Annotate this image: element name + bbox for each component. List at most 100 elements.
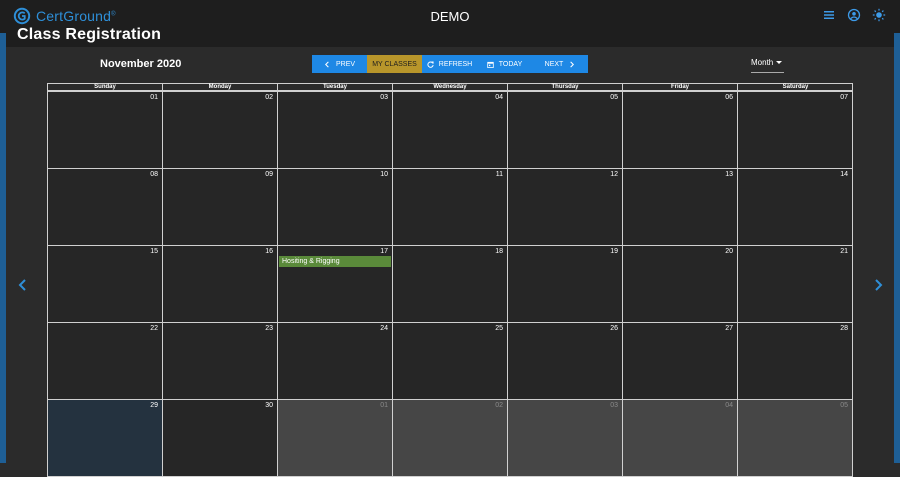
day-number: 14: [840, 171, 848, 178]
day-number: 23: [265, 325, 273, 332]
day-cell[interactable]: 26: [507, 322, 623, 400]
day-cell[interactable]: 04: [622, 399, 738, 477]
day-cell[interactable]: 01: [47, 91, 163, 169]
day-cell[interactable]: 05: [737, 399, 853, 477]
day-cell[interactable]: 08: [47, 168, 163, 246]
chevron-left-icon: [18, 279, 26, 291]
day-number: 03: [610, 402, 618, 409]
day-number: 05: [840, 402, 848, 409]
day-number: 29: [150, 402, 158, 409]
chevron-left-icon: [324, 61, 329, 67]
day-cell[interactable]: 23: [162, 322, 278, 400]
day-number: 13: [725, 171, 733, 178]
day-cell[interactable]: 03: [277, 91, 393, 169]
day-cell[interactable]: 05: [507, 91, 623, 169]
refresh-icon: [427, 60, 434, 68]
day-number: 28: [840, 325, 848, 332]
day-number: 06: [725, 94, 733, 101]
next-button[interactable]: NEXT: [532, 55, 588, 73]
day-cell[interactable]: 18: [392, 245, 508, 323]
day-number: 09: [265, 171, 273, 178]
day-cell-today[interactable]: 29: [47, 399, 163, 477]
day-cell[interactable]: 03: [507, 399, 623, 477]
day-number: 24: [380, 325, 388, 332]
day-cell[interactable]: 10: [277, 168, 393, 246]
view-select[interactable]: Month: [751, 58, 784, 73]
today-button[interactable]: TODAY: [477, 55, 532, 73]
refresh-button[interactable]: REFRESH: [422, 55, 477, 73]
brightness-icon[interactable]: [872, 8, 886, 22]
day-number: 21: [840, 248, 848, 255]
previous-month-arrow[interactable]: [17, 278, 29, 292]
weekday-label: Wednesday: [393, 84, 508, 91]
weekday-label: Thursday: [508, 84, 623, 91]
day-cell[interactable]: 27: [622, 322, 738, 400]
month-calendar: Sunday Monday Tuesday Wednesday Thursday Frid…: [47, 83, 853, 477]
day-cell[interactable]: 15: [47, 245, 163, 323]
prev-button[interactable]: PREV: [312, 55, 367, 73]
caret-down-icon: [776, 61, 783, 64]
weekday-label: Friday: [623, 84, 738, 91]
calendar-event[interactable]: Hositing & Rigging: [279, 256, 391, 267]
day-cell[interactable]: 20: [622, 245, 738, 323]
day-cell[interactable]: 11: [392, 168, 508, 246]
day-number: 19: [610, 248, 618, 255]
app-title: DEMO: [430, 9, 470, 24]
day-number: 17: [380, 248, 388, 255]
day-cell[interactable]: 14: [737, 168, 853, 246]
day-number: 27: [725, 325, 733, 332]
day-number: 20: [725, 248, 733, 255]
my-classes-button[interactable]: MY CLASSES: [367, 55, 422, 73]
day-number: 01: [150, 94, 158, 101]
brand[interactable]: CertGround®: [13, 7, 116, 25]
day-number: 03: [380, 94, 388, 101]
day-cell[interactable]: 07: [737, 91, 853, 169]
day-number: 16: [265, 248, 273, 255]
day-cell[interactable]: 25: [392, 322, 508, 400]
month-label: November 2020: [100, 58, 182, 70]
certground-logo-icon: [13, 7, 31, 25]
day-number: 30: [265, 402, 273, 409]
day-number: 02: [265, 94, 273, 101]
day-cell[interactable]: 02: [392, 399, 508, 477]
page-title: Class Registration: [17, 26, 162, 43]
menu-icon[interactable]: [822, 8, 836, 22]
day-cell[interactable]: 30: [162, 399, 278, 477]
day-number: 02: [495, 402, 503, 409]
day-number: 26: [610, 325, 618, 332]
day-number: 08: [150, 171, 158, 178]
calendar-icon: [487, 61, 494, 68]
day-cell[interactable]: 24: [277, 322, 393, 400]
right-edge-bar: [894, 33, 900, 463]
day-cell[interactable]: 09: [162, 168, 278, 246]
chevron-right-icon: [875, 279, 883, 291]
day-cell[interactable]: 28: [737, 322, 853, 400]
day-number: 12: [610, 171, 618, 178]
day-cell[interactable]: 21: [737, 245, 853, 323]
day-number: 25: [495, 325, 503, 332]
day-cell[interactable]: 17 Hositing & Rigging: [277, 245, 393, 323]
calendar-toolbar: PREV MY CLASSES REFRESH TODAY NEXT: [312, 55, 588, 73]
day-cell[interactable]: 06: [622, 91, 738, 169]
day-cell[interactable]: 01: [277, 399, 393, 477]
day-number: 04: [725, 402, 733, 409]
weekday-label: Tuesday: [278, 84, 393, 91]
calendar-grid: 01 02 03 04 05 06 07 08 09 10 11 12 13 14 15 16 17 Hositi…: [47, 91, 853, 477]
day-number: 07: [840, 94, 848, 101]
weekday-label: Sunday: [48, 84, 163, 91]
day-cell[interactable]: 13: [622, 168, 738, 246]
day-cell[interactable]: 04: [392, 91, 508, 169]
day-number: 10: [380, 171, 388, 178]
day-cell[interactable]: 22: [47, 322, 163, 400]
day-number: 11: [495, 171, 503, 178]
chevron-right-icon: [570, 61, 575, 67]
account-icon[interactable]: [847, 8, 861, 22]
brand-name: CertGround®: [36, 8, 116, 24]
day-cell[interactable]: 16: [162, 245, 278, 323]
next-month-arrow[interactable]: [872, 278, 884, 292]
day-cell[interactable]: 19: [507, 245, 623, 323]
day-cell[interactable]: 02: [162, 91, 278, 169]
day-cell[interactable]: 12: [507, 168, 623, 246]
day-number: 01: [380, 402, 388, 409]
left-edge-bar: [0, 33, 6, 463]
